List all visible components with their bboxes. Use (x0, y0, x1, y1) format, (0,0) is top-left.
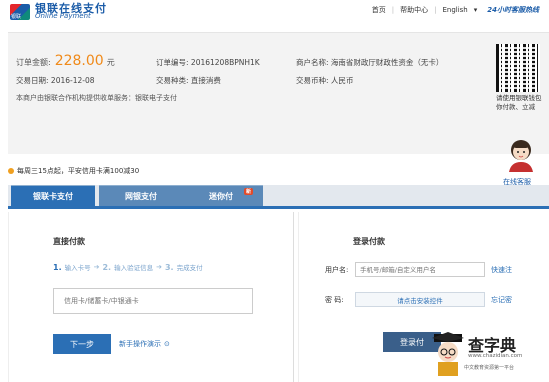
tab-underline (8, 206, 549, 209)
tab-unionpay-card[interactable]: 银联卡支付 (11, 185, 95, 206)
payment-tabs: 银联卡支付 网银支付 迷你付 新 (8, 185, 549, 209)
install-control-button[interactable]: 请点击安装控件 (355, 292, 485, 307)
password-row: 密 码: 请点击安装控件 忘记密 (325, 292, 512, 307)
order-info-panel: 订单金额: 228.00 元 订单编号: 20161208BPNH1K 商户名称… (8, 32, 549, 154)
username-row: 用户名: 快速注 (325, 262, 512, 277)
promo-banner[interactable]: 每周三15点起，平安信用卡满100减30 (8, 166, 139, 176)
direct-pay-title: 直接付款 (53, 237, 85, 246)
direct-pay-panel: 直接付款 1. 输入卡号 ➔ 2. 输入验证信息 ➔ 3. 完成支付 下一步 新… (8, 212, 294, 382)
brand-subtitle: Online Payment (35, 12, 91, 20)
qr-code-icon (496, 44, 540, 92)
amount-value: 228.00 (54, 53, 104, 69)
register-link[interactable]: 快速注 (491, 265, 512, 275)
watermark: 查字典 www.chazidian.com 中文教育资源第一平台 (430, 328, 549, 382)
nav-home-link[interactable]: 首页 (372, 5, 386, 15)
pay-steps: 1. 输入卡号 ➔ 2. 输入验证信息 ➔ 3. 完成支付 (53, 262, 203, 273)
unionpay-logo-icon: 银联 (10, 4, 30, 20)
order-amount: 订单金额: 228.00 元 (16, 53, 115, 69)
header: 银联 银联在线支付 Online Payment 首页 | 帮助中心 | Eng… (0, 0, 549, 28)
login-pay-title: 登录付款 (353, 237, 385, 246)
step-label: 输入验证信息 (114, 264, 154, 272)
mascot-logo-icon (432, 332, 464, 376)
tab-online-banking[interactable]: 网银支付 (99, 185, 183, 206)
play-icon: ⊙ (164, 340, 170, 348)
forgot-password-link[interactable]: 忘记密 (491, 295, 512, 305)
trade-date: 交易日期: 2016-12-08 (16, 76, 95, 85)
trade-type: 交易种类: 直接消费 (156, 76, 221, 85)
beginner-guide-link[interactable]: 新手操作演示 ⊙ (119, 339, 170, 349)
acquirer-info: 本商户由银联合作机构提供收单服务：银联电子支付 (16, 94, 177, 102)
step-label: 完成支付 (176, 264, 203, 272)
order-number: 订单编号: 20161208BPNH1K (156, 58, 260, 67)
arrow-right-icon: ➔ (93, 263, 100, 271)
tab-mini-pay[interactable]: 迷你付 新 (179, 185, 263, 206)
card-number-input[interactable] (53, 288, 253, 314)
customer-service-avatar-icon[interactable] (503, 136, 539, 172)
trade-currency: 交易币种: 人民币 (296, 76, 354, 85)
step-label: 输入卡号 (64, 264, 91, 272)
qr-code-block: 请使用银联钱包 你付款、立减 (496, 44, 542, 118)
new-badge: 新 (243, 188, 253, 195)
hotline-label: 24小时客服热线 (487, 6, 539, 14)
nav-language-select[interactable]: English (442, 6, 467, 14)
arrow-right-icon: ➔ (156, 263, 162, 271)
promo-icon (8, 168, 14, 174)
chevron-down-icon: ▾ (473, 6, 478, 14)
nav-help-link[interactable]: 帮助中心 (400, 5, 428, 15)
top-nav: 首页 | 帮助中心 | English ▾ 24小时客服热线 (371, 5, 539, 15)
merchant-name: 商户名称: 海南省财政厅财政性资金（无卡） (296, 58, 444, 67)
username-input[interactable] (355, 262, 485, 277)
qr-caption: 请使用银联钱包 你付款、立减 (496, 94, 542, 111)
next-step-button[interactable]: 下一步 (53, 334, 111, 354)
